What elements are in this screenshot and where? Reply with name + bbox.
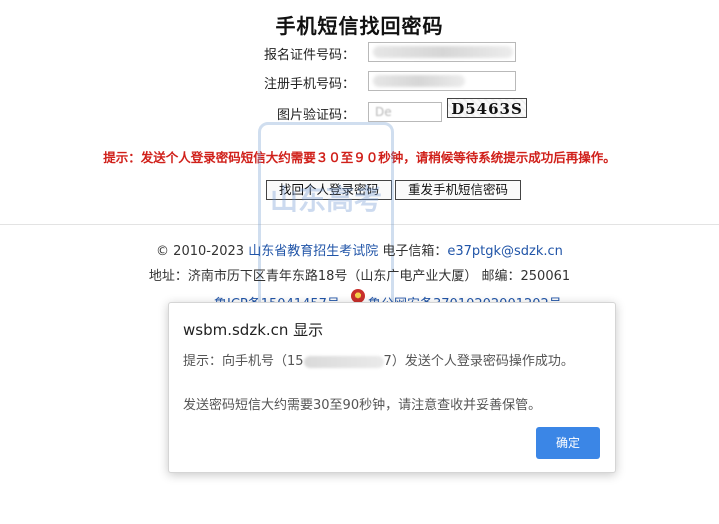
footer-address: 地址：济南市历下区青年东路18号（山东广电产业大厦） 邮编：250061 — [148, 269, 571, 284]
police-badge-icon — [351, 289, 365, 303]
footer-copyright: © 2010-2023 山东省教育招生考试院 电子信箱：e37ptgk@sdzk… — [0, 240, 719, 259]
redacted-phone — [303, 355, 384, 368]
id-number-label: 报名证件号码： — [263, 48, 355, 63]
redacted-value — [373, 75, 465, 87]
email-label: 电子信箱： — [382, 244, 448, 259]
watermark-text: 山东高考 — [269, 183, 382, 216]
captcha-input[interactable]: De — [368, 102, 442, 122]
copyright-text: © 2010-2023 — [156, 244, 245, 259]
captcha-input-value: De — [375, 105, 392, 119]
phone-row: 注册手机号码： — [215, 71, 535, 95]
dialog-message-prefix: 提示：向手机号（15 — [183, 354, 304, 369]
alert-dialog: wsbm.sdzk.cn 显示 提示：向手机号（15 7）发送个人登录密码操作成功… — [168, 302, 616, 473]
dialog-title: wsbm.sdzk.cn 显示 — [183, 321, 324, 339]
id-number-row: 报名证件号码： — [215, 42, 535, 66]
redacted-value — [373, 46, 513, 58]
captcha-image[interactable]: D5463S — [447, 98, 527, 118]
dialog-message-2: 发送密码短信大约需要30至90秒钟，请注意查收并妥善保管。 — [183, 398, 542, 413]
phone-label: 注册手机号码： — [263, 77, 355, 92]
id-number-field[interactable] — [368, 42, 516, 62]
resend-sms-button[interactable]: 重发手机短信密码 — [395, 180, 521, 200]
page-title: 手机短信找回密码 — [275, 14, 444, 38]
org-link[interactable]: 山东省教育招生考试院 — [248, 244, 378, 259]
email-link[interactable]: e37ptgk@sdzk.cn — [447, 244, 563, 259]
dialog-message-suffix: 7）发送个人登录密码操作成功。 — [383, 354, 574, 369]
captcha-label: 图片验证码： — [276, 108, 355, 123]
ok-button[interactable]: 确定 — [536, 427, 600, 459]
dialog-message-1: 提示：向手机号（15 7）发送个人登录密码操作成功。 — [183, 350, 574, 369]
phone-field[interactable] — [368, 71, 516, 91]
